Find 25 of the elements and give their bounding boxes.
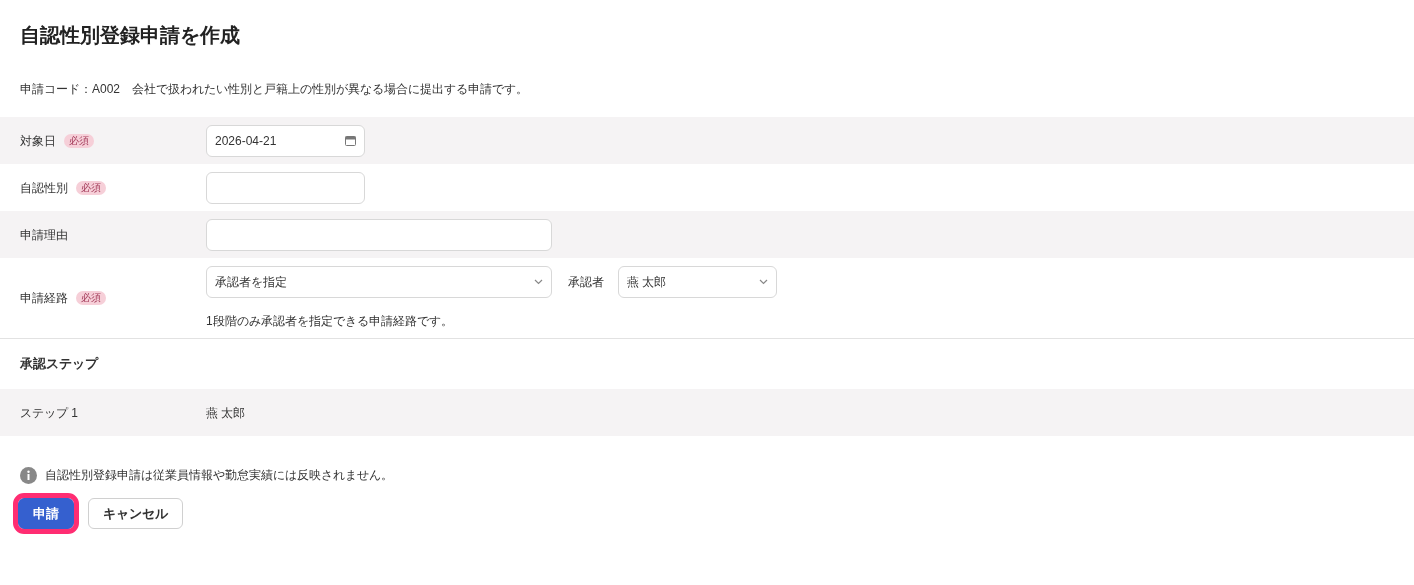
route-note: 1段階のみ承認者を指定できる申請経路です。 xyxy=(206,313,454,330)
field-label: 申請経路 xyxy=(20,290,68,307)
text-input[interactable] xyxy=(206,171,365,204)
chevron-down-icon xyxy=(759,279,768,285)
calendar-icon xyxy=(345,135,356,146)
description-text: 申請コード：A002 会社で扱われたい性別と戸籍上の性別が異なる場合に提出する申請です。 xyxy=(19,81,530,98)
field-label: 自認性別 xyxy=(20,179,68,197)
chevron-down-icon xyxy=(534,279,543,285)
approver-select[interactable]: 燕 太郎 xyxy=(618,266,777,298)
step-label: ステップ 1 xyxy=(20,404,79,422)
approver-label: 承認者 xyxy=(568,274,604,291)
field-label: 申請理由 xyxy=(20,226,68,244)
field-label: 対象日 xyxy=(20,132,56,150)
page-title: 自認性別登録申請を作成 xyxy=(19,23,241,48)
required-badge: 必須 xyxy=(76,180,106,195)
required-badge: 必須 xyxy=(76,291,106,305)
date-input[interactable]: 2026-04-21 xyxy=(206,124,365,157)
cancel-button[interactable]: キャンセル xyxy=(88,498,183,529)
info-icon xyxy=(20,466,37,484)
step-approver: 燕 太郎 xyxy=(206,404,246,422)
info-text: 自認性別登録申請は従業員情報や勤怠実績には反映されません。 xyxy=(45,467,393,484)
route-select[interactable]: 承認者を指定 xyxy=(206,266,552,298)
required-badge: 必須 xyxy=(64,133,94,148)
section-heading: 承認ステップ xyxy=(19,355,100,374)
text-input[interactable] xyxy=(206,218,552,251)
